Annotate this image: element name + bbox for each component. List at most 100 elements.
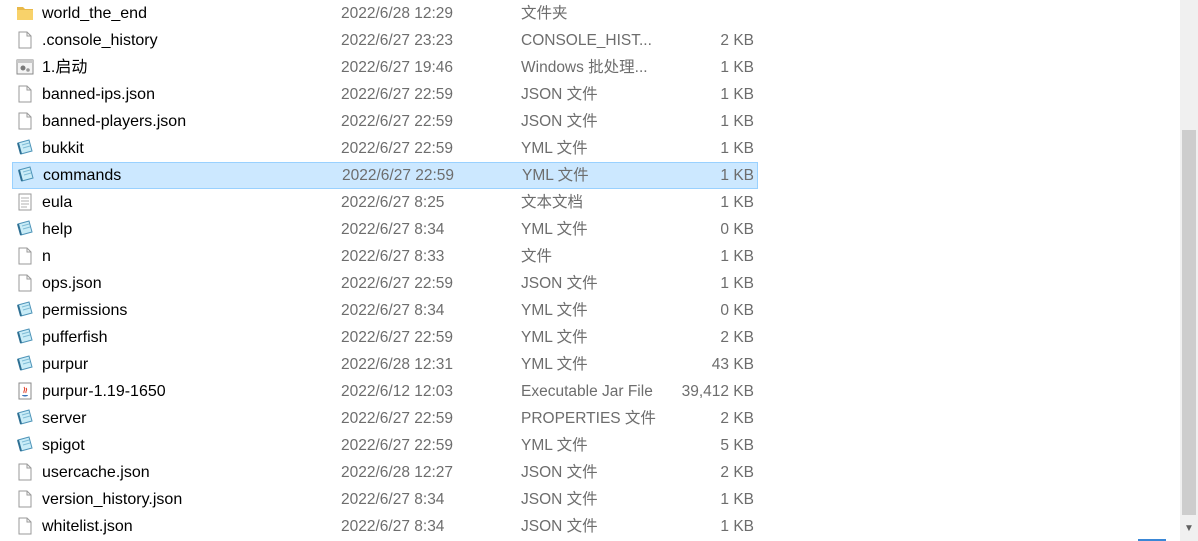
file-size: 2 KB xyxy=(720,410,754,427)
file-name: ops.json xyxy=(42,275,102,292)
file-date-modified: 2022/6/28 12:27 xyxy=(341,464,454,481)
file-name: world_the_end xyxy=(42,5,147,22)
folder-icon xyxy=(16,0,34,27)
java-jar-icon xyxy=(16,378,34,405)
vertical-scrollbar[interactable]: ▼ xyxy=(1180,0,1198,541)
file-type: YML 文件 xyxy=(521,221,588,238)
file-date-modified: 2022/6/27 23:23 xyxy=(341,32,454,49)
file-type: CONSOLE_HIST... xyxy=(521,32,652,49)
file-date-modified: 2022/6/27 22:59 xyxy=(341,275,454,292)
file-type: JSON 文件 xyxy=(521,113,598,130)
file-row[interactable]: world_the_end 2022/6/28 12:29 文件夹 xyxy=(12,0,758,27)
file-list: world_the_end 2022/6/28 12:29 文件夹 .console_… xyxy=(0,0,1180,541)
blank-file-icon xyxy=(16,108,34,135)
file-size: 1 KB xyxy=(720,59,754,76)
yml-file-icon xyxy=(16,135,34,162)
text-file-icon xyxy=(16,189,34,216)
file-name: banned-ips.json xyxy=(42,86,155,103)
blank-file-icon xyxy=(16,243,34,270)
file-date-modified: 2022/6/27 8:34 xyxy=(341,491,445,508)
file-type: JSON 文件 xyxy=(521,86,598,103)
file-date-modified: 2022/6/28 12:31 xyxy=(341,356,454,373)
file-date-modified: 2022/6/27 22:59 xyxy=(341,113,454,130)
file-date-modified: 2022/6/27 8:34 xyxy=(341,302,445,319)
file-size: 1 KB xyxy=(720,167,754,184)
file-name: server xyxy=(42,410,87,427)
file-row[interactable]: bukkit 2022/6/27 22:59 YML 文件 1 KB xyxy=(12,135,758,162)
file-row[interactable]: purpur-1.19-1650 2022/6/12 12:03 Executabl… xyxy=(12,378,758,405)
file-size: 1 KB xyxy=(720,86,754,103)
file-type: Windows 批处理... xyxy=(521,59,648,76)
file-row[interactable]: usercache.json 2022/6/28 12:27 JSON 文件 2 KB xyxy=(12,459,758,486)
file-row[interactable]: .console_history 2022/6/27 23:23 CONSOLE_H… xyxy=(12,27,758,54)
file-type: 文件夹 xyxy=(521,5,568,22)
file-row[interactable]: eula 2022/6/27 8:25 文本文档 1 KB xyxy=(12,189,758,216)
file-date-modified: 2022/6/27 8:25 xyxy=(341,194,445,211)
file-size: 1 KB xyxy=(720,491,754,508)
file-type: JSON 文件 xyxy=(521,464,598,481)
file-row[interactable]: help 2022/6/27 8:34 YML 文件 0 KB xyxy=(12,216,758,243)
file-name: 1.启动 xyxy=(42,59,88,76)
file-row[interactable]: server 2022/6/27 22:59 PROPERTIES 文件 2 KB xyxy=(12,405,758,432)
file-name: eula xyxy=(42,194,73,211)
file-size: 39,412 KB xyxy=(681,383,754,400)
file-size: 2 KB xyxy=(720,32,754,49)
file-row[interactable]: purpur 2022/6/28 12:31 YML 文件 43 KB xyxy=(12,351,758,378)
yml-file-icon xyxy=(16,324,34,351)
file-name: permissions xyxy=(42,302,128,319)
file-row[interactable]: spigot 2022/6/27 22:59 YML 文件 5 KB xyxy=(12,432,758,459)
file-name: whitelist.json xyxy=(42,518,133,535)
yml-file-icon xyxy=(17,162,35,189)
file-type: YML 文件 xyxy=(521,302,588,319)
blank-file-icon xyxy=(16,270,34,297)
file-type: YML 文件 xyxy=(521,437,588,454)
file-size: 1 KB xyxy=(720,275,754,292)
yml-file-icon xyxy=(16,351,34,378)
file-row[interactable]: 1.启动 2022/6/27 19:46 Windows 批处理... 1 KB xyxy=(12,54,758,81)
file-row[interactable]: n 2022/6/27 8:33 文件 1 KB xyxy=(12,243,758,270)
file-date-modified: 2022/6/27 8:33 xyxy=(341,248,445,265)
file-size: 1 KB xyxy=(720,113,754,130)
file-name: pufferfish xyxy=(42,329,108,346)
yml-file-icon xyxy=(16,297,34,324)
file-row[interactable]: permissions 2022/6/27 8:34 YML 文件 0 KB xyxy=(12,297,758,324)
file-row[interactable]: whitelist.json 2022/6/27 8:34 JSON 文件 1 KB xyxy=(12,513,758,540)
file-name: spigot xyxy=(42,437,85,454)
file-row[interactable]: banned-ips.json 2022/6/27 22:59 JSON 文件 1 K… xyxy=(12,81,758,108)
file-size: 1 KB xyxy=(720,248,754,265)
file-row[interactable]: banned-players.json 2022/6/27 22:59 JSON 文… xyxy=(12,108,758,135)
file-size: 5 KB xyxy=(720,437,754,454)
file-date-modified: 2022/6/27 8:34 xyxy=(341,221,445,238)
file-type: 文本文档 xyxy=(521,194,584,211)
file-name: bukkit xyxy=(42,140,84,157)
blank-file-icon xyxy=(16,513,34,540)
file-type: YML 文件 xyxy=(521,329,588,346)
file-name: .console_history xyxy=(42,32,158,49)
blank-file-icon xyxy=(16,459,34,486)
file-size: 1 KB xyxy=(720,140,754,157)
file-date-modified: 2022/6/27 8:34 xyxy=(341,518,445,535)
file-row[interactable]: ops.json 2022/6/27 22:59 JSON 文件 1 KB xyxy=(12,270,758,297)
scrollbar-thumb[interactable] xyxy=(1182,130,1196,515)
file-row[interactable]: pufferfish 2022/6/27 22:59 YML 文件 2 KB xyxy=(12,324,758,351)
file-type: Executable Jar File xyxy=(521,383,653,400)
file-row[interactable]: version_history.json 2022/6/27 8:34 JSON 文… xyxy=(12,486,758,513)
file-size: 2 KB xyxy=(720,329,754,346)
file-date-modified: 2022/6/27 22:59 xyxy=(341,410,454,427)
yml-file-icon xyxy=(16,216,34,243)
file-name: commands xyxy=(43,167,122,184)
file-size: 1 KB xyxy=(720,194,754,211)
file-size: 1 KB xyxy=(720,518,754,535)
file-type: JSON 文件 xyxy=(521,275,598,292)
file-row[interactable]: commands 2022/6/27 22:59 YML 文件 1 KB xyxy=(12,162,758,189)
file-type: YML 文件 xyxy=(521,356,588,373)
file-date-modified: 2022/6/12 12:03 xyxy=(341,383,454,400)
yml-file-icon xyxy=(16,432,34,459)
scroll-down-arrow-icon[interactable]: ▼ xyxy=(1183,522,1195,536)
file-date-modified: 2022/6/27 22:59 xyxy=(342,167,455,184)
file-size: 0 KB xyxy=(720,221,754,238)
file-type: YML 文件 xyxy=(522,167,589,184)
file-date-modified: 2022/6/27 22:59 xyxy=(341,140,454,157)
file-type: YML 文件 xyxy=(521,140,588,157)
yml-file-icon xyxy=(16,405,34,432)
